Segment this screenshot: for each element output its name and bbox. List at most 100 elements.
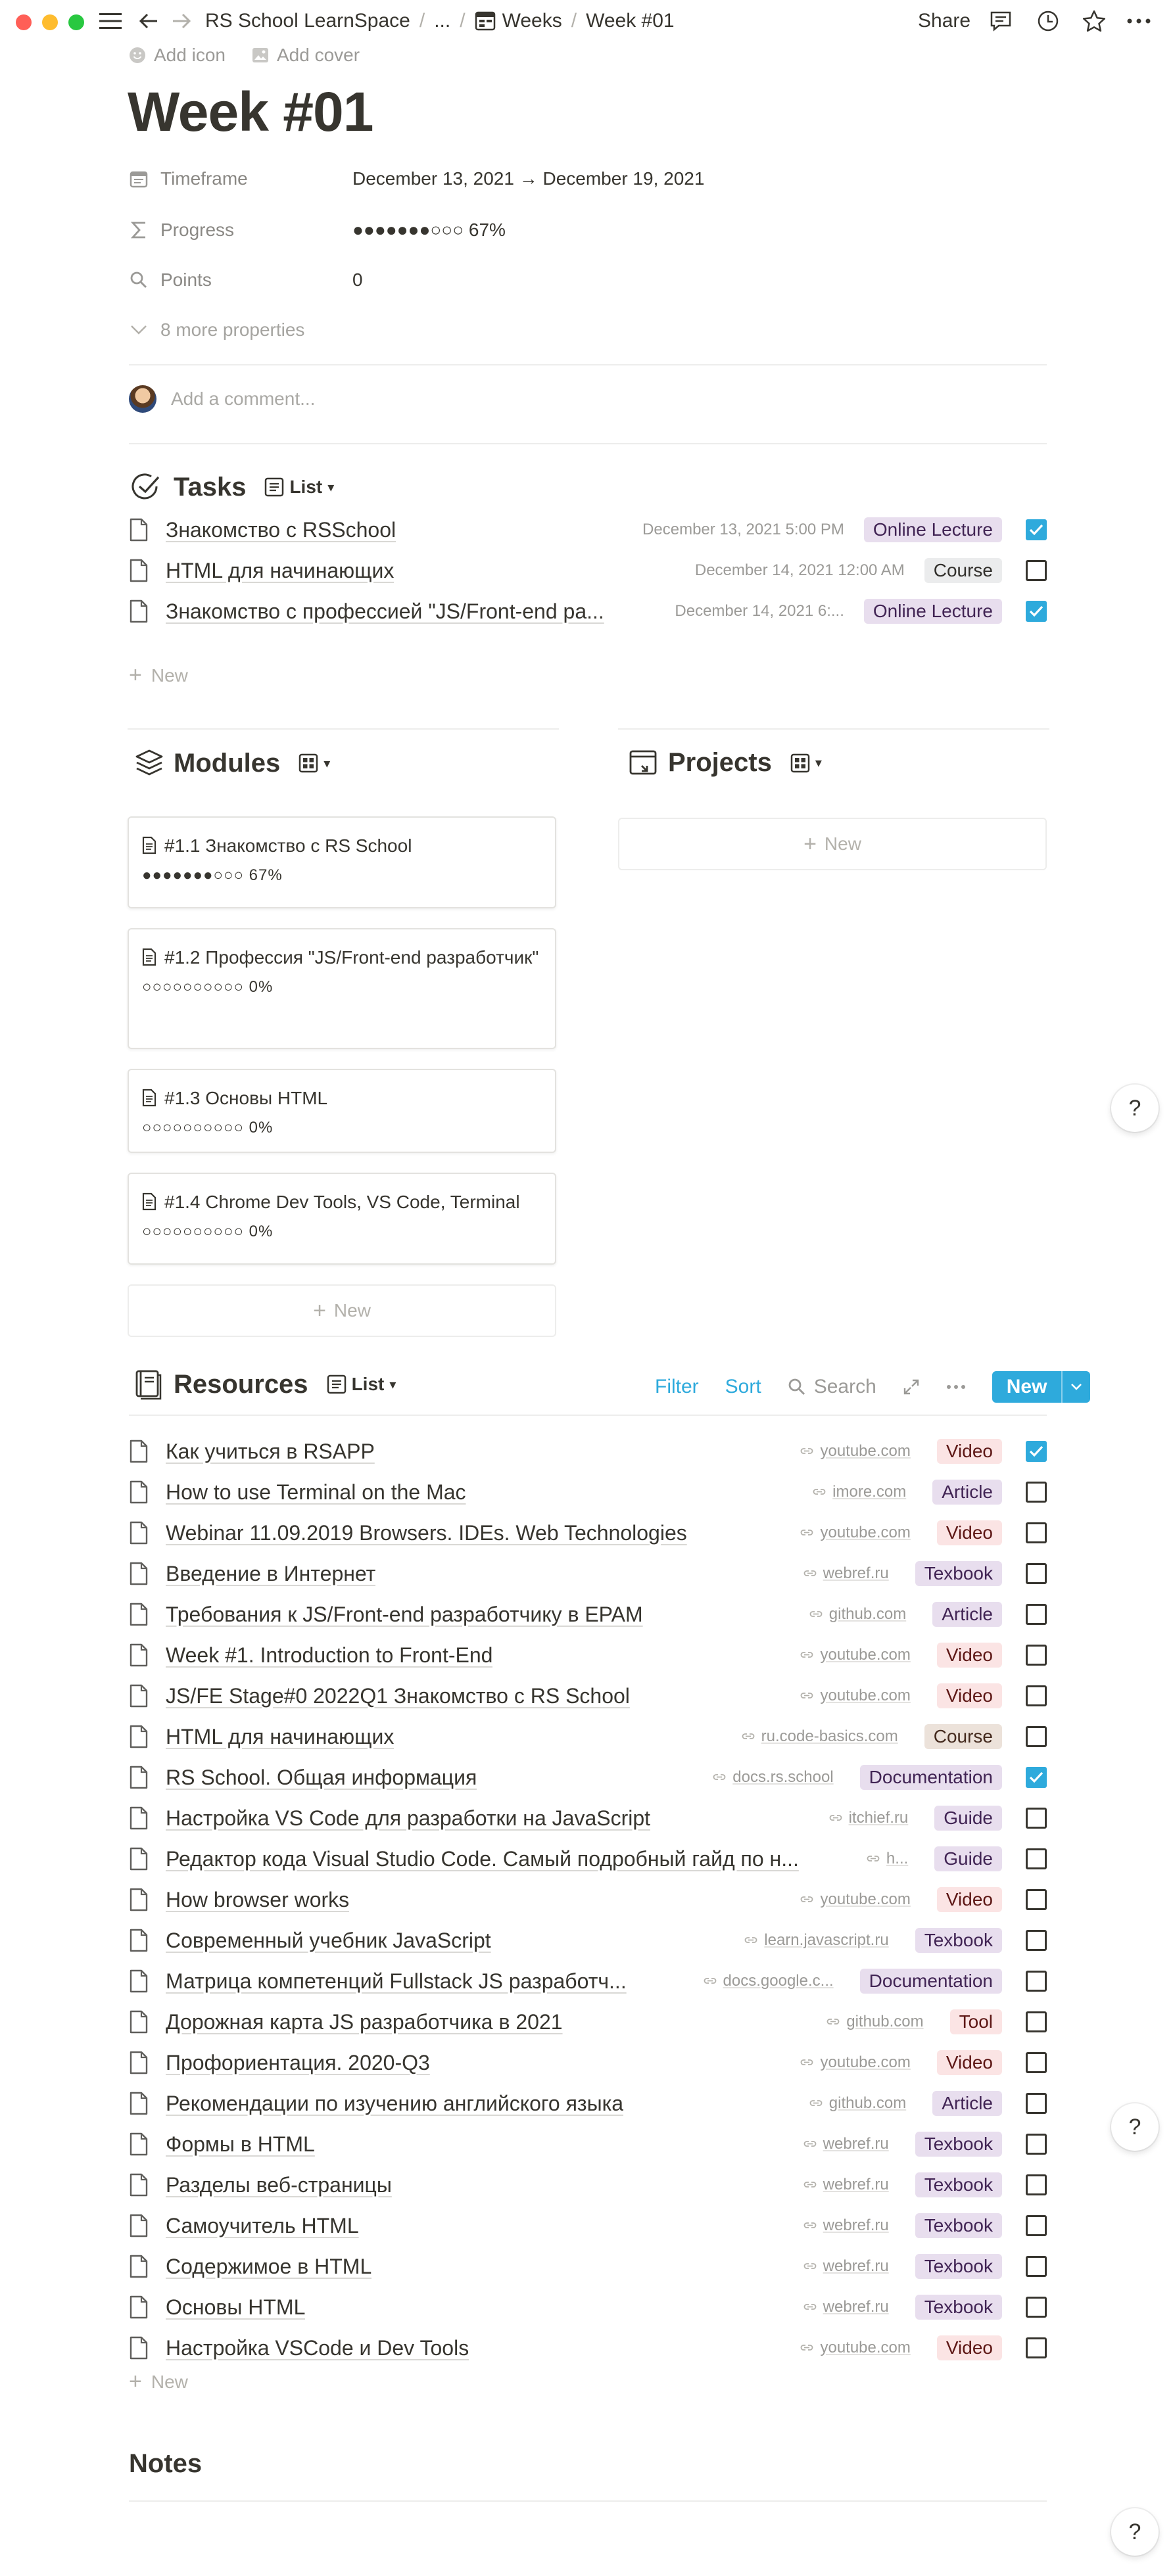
more-options-icon[interactable]: [946, 1384, 966, 1390]
resource-row[interactable]: How to use Terminal on the Mac imore.com…: [129, 1472, 1047, 1512]
resource-url[interactable]: github.com: [809, 2094, 906, 2113]
sidebar-toggle-icon[interactable]: [97, 8, 124, 34]
help-button[interactable]: ?: [1111, 2508, 1159, 2556]
resource-row[interactable]: Настройка VS Code для разработки на Java…: [129, 1798, 1047, 1838]
modules-view-switch[interactable]: ▾: [299, 753, 330, 773]
resource-done-checkbox[interactable]: [1026, 2215, 1047, 2236]
resource-type-tag[interactable]: Texbook: [915, 2213, 1002, 2238]
add-cover-button[interactable]: Add cover: [252, 45, 360, 66]
resource-row[interactable]: Как учиться в RSAPP youtube.com Video: [129, 1432, 1047, 1471]
resource-url[interactable]: webref.ru: [803, 2257, 889, 2276]
resource-row[interactable]: Дорожная карта JS разработчика в 2021 gi…: [129, 2002, 1047, 2042]
resource-row[interactable]: Настройка VSCode и Dev Tools youtube.com…: [129, 2328, 1047, 2368]
property-points[interactable]: Points 0: [129, 263, 363, 297]
resource-url[interactable]: youtube.com: [800, 1442, 911, 1461]
property-timeframe[interactable]: Timeframe December 13, 2021 → December 1…: [129, 162, 704, 196]
resource-url[interactable]: youtube.com: [800, 1524, 911, 1542]
resource-row[interactable]: Рекомендации по изучению английского язы…: [129, 2084, 1047, 2123]
resource-title[interactable]: Настройка VS Code для разработки на Java…: [166, 1806, 650, 1831]
add-icon-button[interactable]: Add icon: [129, 45, 226, 66]
resource-type-tag[interactable]: Guide: [934, 1846, 1002, 1871]
resource-row[interactable]: JS/FE Stage#0 2022Q1 Знакомство с RS Sch…: [129, 1676, 1047, 1716]
resource-url[interactable]: youtube.com: [800, 1646, 911, 1664]
resource-done-checkbox[interactable]: [1026, 1563, 1047, 1584]
resource-type-tag[interactable]: Video: [936, 2050, 1002, 2075]
breadcrumb-item-weeks[interactable]: Weeks: [475, 10, 562, 32]
resource-title[interactable]: Введение в Интернет: [166, 1562, 375, 1586]
resource-title[interactable]: Требования к JS/Front-end разработчику в…: [166, 1603, 643, 1627]
resource-url[interactable]: youtube.com: [800, 1687, 911, 1705]
resource-url[interactable]: webref.ru: [803, 2216, 889, 2235]
comment-input[interactable]: Add a comment...: [171, 388, 315, 410]
resource-type-tag[interactable]: Video: [936, 1683, 1002, 1708]
resource-url[interactable]: webref.ru: [803, 2176, 889, 2194]
modules-title[interactable]: Modules: [174, 749, 280, 778]
resources-title[interactable]: Resources: [174, 1370, 308, 1399]
resource-row[interactable]: How browser works youtube.com Video: [129, 1880, 1047, 1919]
share-button[interactable]: Share: [918, 8, 970, 34]
close-window-button[interactable]: [16, 14, 32, 30]
resource-type-tag[interactable]: Texbook: [915, 2295, 1002, 2320]
more-properties-toggle[interactable]: 8 more properties: [129, 313, 304, 347]
resource-url[interactable]: itchief.ru: [829, 1809, 908, 1827]
sort-button[interactable]: Sort: [725, 1376, 761, 1398]
resource-done-checkbox[interactable]: [1026, 2256, 1047, 2277]
forward-arrow-icon[interactable]: [168, 8, 195, 34]
resource-type-tag[interactable]: Tool: [949, 2009, 1002, 2034]
task-type-tag[interactable]: Online Lecture: [863, 599, 1002, 624]
task-title[interactable]: Знакомство с RSSchool: [166, 518, 396, 542]
maximize-window-button[interactable]: [68, 14, 84, 30]
task-done-checkbox[interactable]: [1026, 560, 1047, 581]
resource-done-checkbox[interactable]: [1026, 1522, 1047, 1543]
resource-row[interactable]: Формы в HTML webref.ru Texbook: [129, 2124, 1047, 2164]
projects-new-button[interactable]: + New: [618, 818, 1047, 870]
resource-row[interactable]: Введение в Интернет webref.ru Texbook: [129, 1554, 1047, 1593]
task-row[interactable]: HTML для начинающих December 14, 2021 12…: [129, 551, 1047, 590]
resource-row[interactable]: Современный учебник JavaScript learn.jav…: [129, 1921, 1047, 1960]
expand-icon[interactable]: [903, 1378, 920, 1395]
resource-type-tag[interactable]: Article: [932, 1480, 1002, 1505]
resource-type-tag[interactable]: Video: [936, 1887, 1002, 1912]
resource-title[interactable]: JS/FE Stage#0 2022Q1 Знакомство с RS Sch…: [166, 1684, 630, 1708]
resource-done-checkbox[interactable]: [1026, 2093, 1047, 2114]
resources-new-button[interactable]: + New: [129, 2369, 188, 2395]
resource-row[interactable]: Webinar 11.09.2019 Browsers. IDEs. Web T…: [129, 1513, 1047, 1553]
resource-done-checkbox[interactable]: [1026, 1604, 1047, 1625]
resource-type-tag[interactable]: Texbook: [915, 2254, 1002, 2279]
resource-done-checkbox[interactable]: [1026, 1645, 1047, 1666]
resource-title[interactable]: Профориентация. 2020-Q3: [166, 2051, 430, 2075]
resource-title[interactable]: How browser works: [166, 1888, 349, 1912]
resource-type-tag[interactable]: Documentation: [859, 1765, 1002, 1790]
breadcrumb-item-workspace[interactable]: RS School LearnSpace: [205, 10, 410, 32]
module-card[interactable]: #1.3 Основы HTML ○○○○○○○○○○ 0%: [128, 1069, 556, 1153]
resource-row[interactable]: Самоучитель HTML webref.ru Texbook: [129, 2206, 1047, 2245]
property-value[interactable]: December 13, 2021 → December 19, 2021: [352, 168, 704, 189]
resource-title[interactable]: Рекомендации по изучению английского язы…: [166, 2092, 623, 2116]
resource-done-checkbox[interactable]: [1026, 2052, 1047, 2073]
task-type-tag[interactable]: Online Lecture: [863, 517, 1002, 542]
property-value[interactable]: 0: [352, 269, 363, 291]
resource-row[interactable]: Разделы веб-страницы webref.ru Texbook: [129, 2165, 1047, 2205]
resource-row[interactable]: Содержимое в HTML webref.ru Texbook: [129, 2247, 1047, 2286]
resource-title[interactable]: Разделы веб-страницы: [166, 2173, 392, 2197]
tasks-view-switch[interactable]: List ▾: [264, 477, 334, 498]
resource-type-tag[interactable]: Video: [936, 1520, 1002, 1545]
resource-type-tag[interactable]: Article: [932, 2091, 1002, 2116]
module-card[interactable]: #1.4 Chrome Dev Tools, VS Code, Terminal…: [128, 1173, 556, 1265]
chevron-down-icon[interactable]: [1061, 1371, 1090, 1403]
resource-done-checkbox[interactable]: [1026, 1971, 1047, 1992]
resource-row[interactable]: RS School. Общая информация docs.rs.scho…: [129, 1758, 1047, 1797]
task-done-checkbox[interactable]: [1026, 601, 1047, 622]
resource-row[interactable]: Профориентация. 2020-Q3 youtube.com Vide…: [129, 2043, 1047, 2082]
resource-type-tag[interactable]: Article: [932, 1602, 1002, 1627]
resource-title[interactable]: Матрица компетенций Fullstack JS разрабо…: [166, 1969, 627, 1994]
resource-title[interactable]: Редактор кода Visual Studio Code. Самый …: [166, 1847, 799, 1871]
help-button[interactable]: ?: [1111, 1085, 1159, 1132]
resource-title[interactable]: Основы HTML: [166, 2295, 305, 2320]
resource-row[interactable]: Требования к JS/Front-end разработчику в…: [129, 1595, 1047, 1634]
tasks-title[interactable]: Tasks: [174, 473, 246, 502]
resource-title[interactable]: How to use Terminal on the Mac: [166, 1480, 466, 1505]
projects-title[interactable]: Projects: [668, 748, 772, 778]
resource-url[interactable]: webref.ru: [803, 1564, 889, 1583]
resource-row[interactable]: Основы HTML webref.ru Texbook: [129, 2287, 1047, 2327]
